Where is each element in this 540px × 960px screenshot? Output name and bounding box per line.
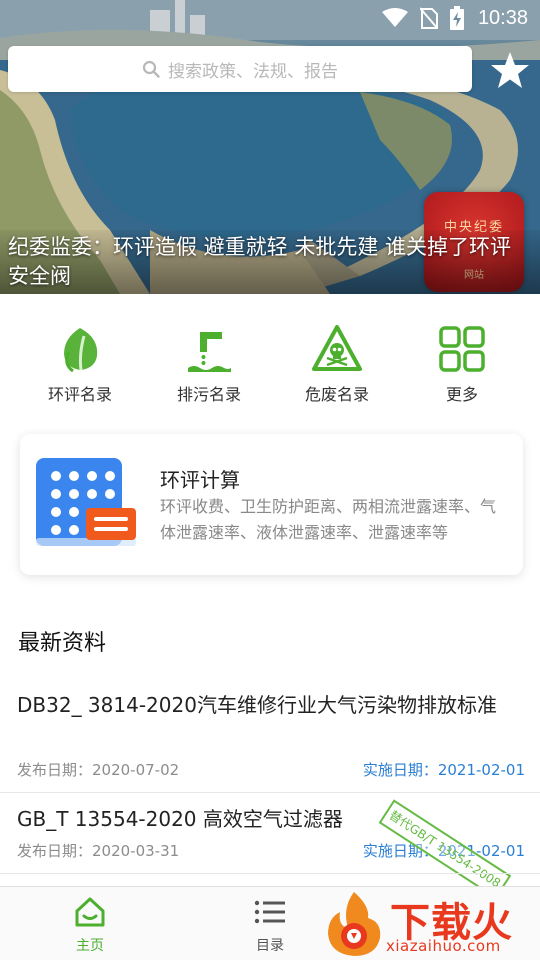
- card-title: 环评计算: [160, 468, 240, 492]
- calculator-icon: [36, 458, 136, 546]
- discharge-pipe-icon: [188, 332, 231, 372]
- status-bar: 10:38: [0, 0, 540, 36]
- favorites-star-icon[interactable]: [490, 50, 530, 90]
- xiazaihuo-watermark: 下载火 xiazaihuo.com: [320, 888, 540, 960]
- home-icon: [75, 897, 105, 927]
- doc-title: GB_T 13554-2020 高效空气过滤器: [17, 807, 343, 831]
- eia-calculator-card[interactable]: 环评计算 环评收费、卫生防护距离、两相流泄露速率、气体泄露速率、液体泄露速率、泄…: [20, 434, 523, 575]
- doc-publish-date: 发布日期：2020-03-31: [17, 842, 180, 860]
- divider: [0, 873, 540, 874]
- grid-icon: [439, 326, 485, 372]
- flame-logo-icon: [328, 892, 381, 956]
- search-icon: [142, 60, 160, 78]
- list-item[interactable]: DB32_ 3814-2020汽车维修行业大气污染物排放标准 发布日期：2020…: [0, 685, 540, 790]
- tab-label: 目录: [256, 938, 284, 954]
- no-sim-icon: [419, 7, 438, 29]
- category-label: 危废名录: [304, 385, 369, 404]
- category-more[interactable]: 更多: [407, 320, 517, 410]
- category-label: 排污名录: [176, 385, 241, 404]
- hero-banner[interactable]: 10:38 搜索政策、法规、报告 中央纪委 网站 纪委监委：环评造假 避重就轻 …: [0, 0, 540, 294]
- category-grid: 环评名录 排污名录 危废名录 更多: [0, 320, 540, 410]
- hazard-skull-icon: [312, 325, 362, 371]
- category-label: 环评名录: [47, 385, 112, 404]
- leaf-icon: [64, 328, 98, 373]
- search-input[interactable]: 搜索政策、法规、报告: [8, 46, 472, 92]
- wifi-icon: [381, 8, 408, 27]
- category-discharge-list[interactable]: 排污名录: [154, 320, 264, 410]
- category-eia-list[interactable]: 环评名录: [25, 320, 135, 410]
- battery-charging-icon: [449, 6, 464, 30]
- watermark-url: xiazaihuo.com: [386, 937, 501, 955]
- search-placeholder: 搜索政策、法规、报告: [168, 61, 338, 82]
- tab-catalog[interactable]: 目录: [220, 895, 320, 955]
- doc-title: DB32_ 3814-2020汽车维修行业大气污染物排放标准: [17, 693, 497, 717]
- section-title-latest: 最新资料: [18, 631, 107, 656]
- clock: 10:38: [477, 6, 528, 29]
- card-description: 环评收费、卫生防护距离、两相流泄露速率、气体泄露速率、液体泄露速率、泄露速率等: [160, 497, 497, 542]
- list-icon: [254, 900, 285, 924]
- tab-label: 主页: [76, 938, 104, 954]
- doc-publish-date: 发布日期：2020-07-02: [17, 761, 180, 779]
- tab-home[interactable]: 主页: [40, 895, 140, 955]
- hero-headline[interactable]: 纪委监委：环评造假 避重就轻 未批先建 谁关掉了环评安全阀: [8, 233, 528, 291]
- category-hazardous-waste-list[interactable]: 危废名录: [282, 320, 392, 410]
- category-label: 更多: [445, 385, 478, 404]
- doc-implement-date: 实施日期：2021-02-01: [362, 761, 525, 779]
